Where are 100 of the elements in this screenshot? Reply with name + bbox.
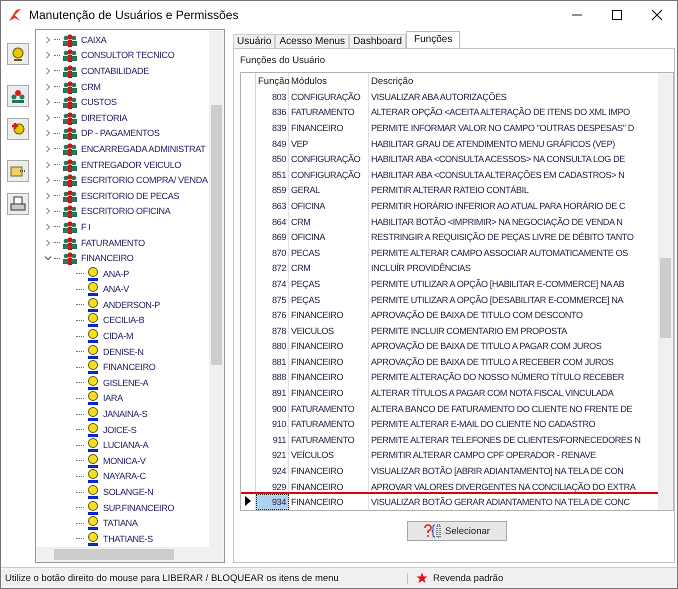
table-cell: FINANCEIRO	[289, 463, 369, 479]
tree-item[interactable]: ESCRITORIO COMPRA/ VENDA	[81, 175, 208, 186]
add-user-button[interactable]	[7, 118, 29, 140]
table-cell: PEÇAS	[289, 276, 369, 292]
table-cell: 849	[256, 136, 289, 152]
print-button[interactable]	[7, 193, 29, 215]
tree-item[interactable]: ANA-V	[103, 284, 130, 294]
tab[interactable]: Acesso Menus	[275, 34, 350, 48]
table-cell: 934	[256, 494, 289, 510]
table-cell: 881	[256, 354, 289, 370]
vertical-scrollbar[interactable]	[209, 30, 224, 547]
vertical-scrollbar[interactable]	[658, 73, 673, 510]
app-logo-icon	[7, 7, 23, 23]
tree-item[interactable]: FINANCEIRO	[103, 362, 156, 372]
tree-item[interactable]: CECILIA-B	[103, 315, 144, 326]
tree-item[interactable]: ESCRITORIO OFICINA	[81, 206, 170, 216]
table-cell: CONFIGURAÇÃO	[289, 151, 369, 167]
tree-item[interactable]: CRM	[81, 82, 101, 92]
tab[interactable]: Dashboard	[349, 34, 406, 48]
select-button[interactable]: Selecionar	[407, 521, 507, 542]
table-cell: 910	[256, 416, 289, 432]
table-cell-text: ALTERAR OPÇÃO <ACEITA ALTERAÇÃO DE ITENS DO XML IMPO	[370, 106, 631, 120]
person-icon	[86, 266, 100, 282]
maximize-icon[interactable]	[611, 9, 623, 21]
table-cell-text: HABILITAR GRAU DE ATENDIMENTO MENU GRÁFICOS (VEP)	[370, 138, 616, 151]
table-cell-text: PERMITIR ALTERAR RATEIO CONTÁBIL	[370, 184, 530, 198]
table-cell: FINANCEIRO	[289, 120, 369, 136]
status-hint: Utilize o botão direito do mouse para LIBERAR / BLOQUEAR os itens de menu	[1, 572, 408, 584]
tree-item[interactable]: DENISE-N	[103, 346, 144, 357]
person-icon	[86, 468, 100, 484]
table-cell: 869	[256, 229, 289, 245]
tree-item[interactable]: FINANCEIRO	[81, 253, 134, 264]
tree-item[interactable]: NAYARA-C	[103, 471, 146, 482]
person-icon	[86, 530, 100, 547]
table-cell-text: VISUALIZAR BOTÃO [ABRIR ADIANTAMENTO] NA TELA DE CON	[370, 465, 624, 478]
tree-item[interactable]: GISLENE-A	[103, 378, 148, 388]
tree-item[interactable]: DP - PAGAMENTOS	[81, 128, 160, 138]
table-cell: FINANCEIRO	[289, 338, 369, 354]
tree-item[interactable]: CAIXA	[81, 34, 107, 45]
table-cell: VEÍCULOS	[289, 448, 369, 464]
tree-item[interactable]: ENCARREGADA ADMINISTRAT	[81, 144, 206, 154]
tree-item[interactable]: CUSTOS	[81, 97, 117, 108]
tree-item[interactable]: THATIANE-S	[103, 534, 153, 544]
collapse-chevron-icon[interactable]	[44, 254, 54, 262]
tree-item[interactable]: FATURAMENTO	[81, 238, 145, 248]
column-header[interactable]: Descrição	[369, 73, 658, 89]
table-cell: VEP	[289, 136, 369, 152]
table-cell: FINANCEIRO	[289, 370, 369, 386]
tab[interactable]: Funções	[406, 31, 460, 48]
tree-item[interactable]: TATIANA	[103, 518, 138, 528]
tree-item[interactable]: JOICE-S	[103, 424, 136, 435]
table-cell: FATURAMENTO	[289, 416, 369, 432]
table-cell: FINANCEIRO	[289, 494, 369, 510]
tree-item[interactable]: ANA-P	[103, 268, 130, 279]
group-icon	[62, 236, 78, 250]
tree-item[interactable]: MONICA-V	[103, 456, 146, 466]
status-legend: Revenda padrão	[433, 572, 504, 584]
table-cell-text: HABILITAR ABA <CONSULTA ALTERAÇÕES EM CADASTROS> N	[370, 168, 626, 182]
table-cell-text: HABILITAR BOTÃO <IMPRIMIR> NA NEGOCIAÇÃO DE VENDA N	[370, 216, 624, 229]
tab[interactable]: Usuário	[233, 34, 276, 48]
horizontal-scrollbar[interactable]	[36, 547, 224, 562]
column-header[interactable]: Módulos	[289, 73, 369, 89]
tree-item[interactable]: CONTABILIDADE	[81, 66, 149, 76]
head-icon	[10, 46, 26, 62]
tree-item[interactable]: F I	[81, 222, 91, 232]
tree-item[interactable]: LUCIANA-A	[103, 440, 148, 450]
table-cell: 850	[256, 151, 289, 167]
tree-item[interactable]: CONSULTOR TECNICO	[81, 50, 174, 60]
group-icon	[62, 64, 78, 78]
table-cell: 924	[256, 463, 289, 479]
table-cell: 911	[256, 432, 289, 448]
table-cell-text: PERMITE ALTERAÇÃO DO NOSSO NÚMERO TÍTULO RECEBER	[370, 371, 625, 384]
tree-item[interactable]: ENTREGADOR VEICULO	[81, 160, 182, 170]
table-cell-text: PERMITE INFORMAR VALOR NO CAMPO "OUTRAS DESPESAS" D	[370, 122, 635, 135]
tree-item[interactable]: JANAINA-S	[103, 409, 148, 420]
person-icon	[86, 374, 100, 391]
column-header[interactable]: Função	[256, 73, 289, 89]
close-icon[interactable]	[651, 9, 663, 21]
table-cell-text: HABILITAR ABA <CONSULTA ACESSOS> NA CONSULTA LOG DE	[370, 153, 626, 166]
tree-item[interactable]: ANDERSON-P	[103, 300, 160, 310]
tree-item[interactable]: DIRETORIA	[81, 112, 128, 123]
tree-item[interactable]: CIDA-M	[103, 331, 134, 342]
group-icon	[62, 142, 78, 156]
table-cell-text: PERMITE ALTERAR TELEFONES DE CLIENTES/FORNECEDORES N	[370, 434, 642, 447]
tree-item[interactable]: ESCRITORIO DE PECAS	[81, 190, 180, 201]
person-icon	[86, 406, 100, 422]
tree-item[interactable]: SUP.FINANCEIRO	[103, 502, 174, 513]
table-cell-text: APROVAÇÃO DE BAIXA DE TITULO A PAGAR COM JUROS	[370, 340, 602, 354]
add-group-button[interactable]	[7, 85, 29, 107]
table-cell-text: APROVAÇÃO DE BAIXA DE TITULO A RECEBER COM JUROS	[370, 356, 614, 369]
tree-item[interactable]: IARA	[103, 393, 123, 404]
person-icon	[86, 359, 100, 376]
table-cell-text: PERMITE UTILIZAR A OPÇÃO [DESABILITAR E-COMMERCE] NA	[370, 294, 624, 307]
tree-item[interactable]: SOLANGE-N	[103, 487, 154, 498]
table-cell: 864	[256, 214, 289, 230]
user-head-button[interactable]	[7, 43, 29, 65]
person-icon	[86, 437, 100, 454]
table-cell: 872	[256, 260, 289, 276]
folder-pointer-button[interactable]	[7, 160, 29, 182]
group-icon	[62, 110, 78, 125]
